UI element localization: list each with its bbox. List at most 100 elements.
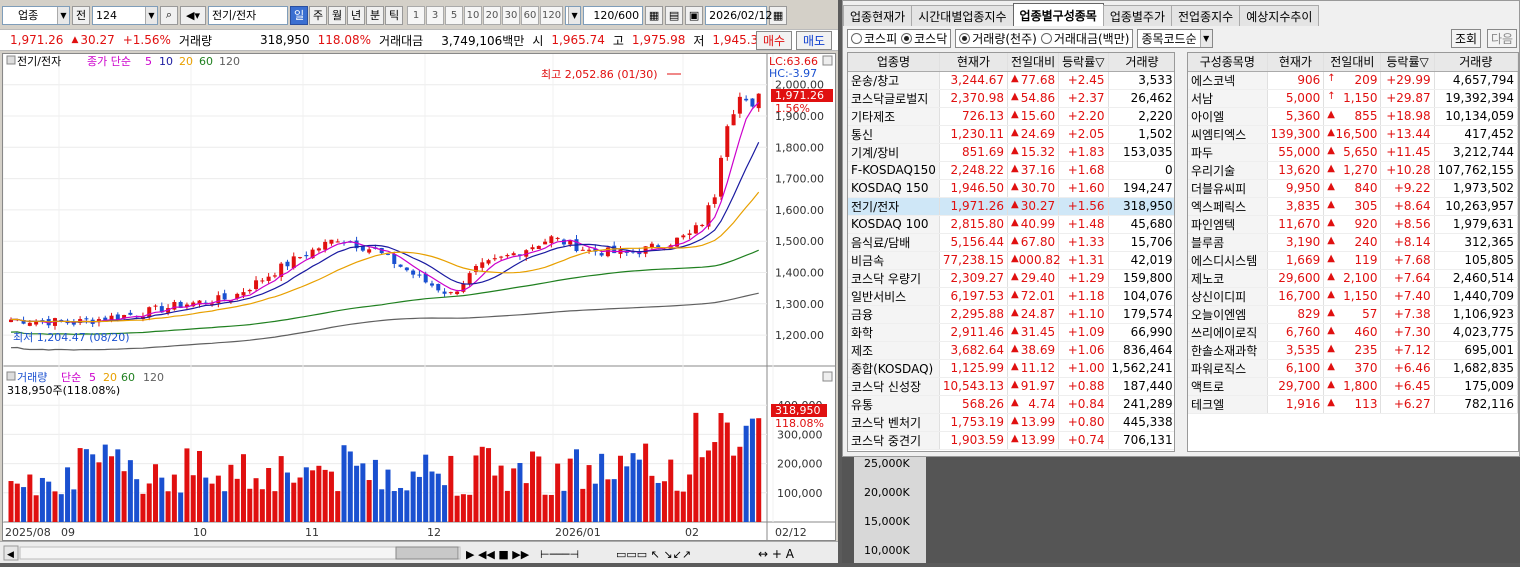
table-row[interactable]: 코스닥 중견기 1,903.59 ▲ 13.99 +0.74 706,131 (848, 431, 1174, 450)
code-input[interactable]: 124 ▼ (92, 5, 158, 25)
table-row[interactable]: 에스디시스템 1,669 ▲ 119 +7.68 105,805 (1188, 251, 1518, 270)
sector-select[interactable]: 업종 ▼ (2, 5, 70, 25)
period-tab[interactable]: 월 (328, 5, 346, 25)
table-row[interactable]: 파워로직스 6,100 ▲ 370 +6.46 1,682,835 (1188, 359, 1518, 378)
interval-button[interactable]: 1 (407, 5, 425, 25)
media-controls-icon[interactable]: ▶ ◀◀ ■ ▶▶ (466, 548, 530, 561)
collapse-icon[interactable] (6, 371, 16, 381)
table-row[interactable]: 한솔소재과학 3,535 ▲ 235 +7.12 695,001 (1188, 341, 1518, 360)
table-header[interactable]: 업종명 (848, 53, 940, 72)
table-row[interactable]: 엑스페릭스 3,835 ▲ 305 +8.64 10,263,957 (1188, 197, 1518, 216)
table-row[interactable]: 일반서비스 6,197.53 ▲ 72.01 +1.18 104,076 (848, 287, 1174, 306)
table-row[interactable]: 음식료/담배 5,156.44 ▲ 67.80 +1.33 15,706 (848, 233, 1174, 252)
table-row[interactable]: 기타제조 726.13 ▲ 15.60 +2.20 2,220 (848, 107, 1174, 126)
zoom-controls-icon[interactable]: ↔ + A (758, 547, 795, 561)
table-icon[interactable]: ▤ (665, 5, 684, 25)
chart-area[interactable]: 2,000.00 1,900.00 1,800.00 1,700.00 1,600.00… (2, 53, 836, 541)
interval-button[interactable]: 60 (521, 5, 539, 25)
period-tab[interactable]: 주 (309, 5, 327, 25)
period-tab[interactable]: 틱 (385, 5, 403, 25)
table-row[interactable]: 에스코넥 906 ↑ 209 +29.99 4,657,794 (1188, 71, 1518, 90)
sector-table[interactable]: 업종명 현재가 전일대비 등락률▽ 거래량 운송/창고 3,244.67 ▲ 77.68 +2.4… (847, 52, 1175, 452)
table-row[interactable]: 우리기술 13,620 ▲ 1,270 +10.28 107,762,155 (1188, 161, 1518, 180)
grid-icon[interactable]: ▦ (645, 5, 664, 25)
stock-table[interactable]: 구성종목명 현재가 전일대비 등락률▽ 거래량 에스코넥 906 ↑ 209 +29.99 4,65… (1187, 52, 1519, 452)
period-tab[interactable]: 년 (347, 5, 365, 25)
table-row[interactable]: 파인엠텍 11,670 ▲ 920 +8.56 1,979,631 (1188, 215, 1518, 234)
speaker-icon[interactable]: ◀▾ (180, 5, 206, 25)
table-row[interactable]: 테크엘 1,916 ▲ 113 +6.27 782,116 (1188, 395, 1518, 414)
sector-tab[interactable]: 업종현재가 (843, 5, 913, 26)
table-row[interactable]: 서남 5,000 ↑ 1,150 +29.87 19,392,394 (1188, 89, 1518, 108)
table-row[interactable]: 금융 2,295.88 ▲ 24.87 +1.10 179,574 (848, 305, 1174, 324)
buy-button[interactable]: 매수 (756, 31, 792, 50)
sector-tab[interactable]: 시간대별업종지수 (911, 5, 1014, 26)
count-field[interactable]: 120/600 (583, 5, 644, 25)
table-row[interactable]: 전기/전자 1,971.26 ▲ 30.27 +1.56 318,950 (848, 197, 1174, 216)
collapse-icon[interactable] (6, 55, 16, 65)
table-row[interactable]: 더블유씨피 9,950 ▲ 840 +9.22 1,973,502 (1188, 179, 1518, 198)
period-tab[interactable]: 일 (290, 5, 308, 25)
table-row[interactable]: 파두 55,000 ▲ 5,650 +11.45 3,212,744 (1188, 143, 1518, 162)
interval-button[interactable]: 3 (426, 5, 444, 25)
sector-tab[interactable]: 예상지수추이 (1239, 5, 1320, 26)
table-row[interactable]: KOSDAQ 100 2,815.80 ▲ 40.99 +1.48 45,680 (848, 215, 1174, 234)
table-row[interactable]: F-KOSDAQ150 2,248.22 ▲ 37.16 +1.68 0 (848, 161, 1174, 180)
kosdaq-radio[interactable] (901, 32, 913, 44)
close-icon[interactable] (822, 55, 833, 66)
search-icon[interactable]: ⌕ (160, 5, 178, 25)
sort-select[interactable]: 종목코드순 ▼ (1137, 28, 1213, 48)
table-row[interactable]: 운송/창고 3,244.67 ▲ 77.68 +2.45 3,533 (848, 71, 1174, 90)
table-header[interactable]: 전일대비 (1323, 53, 1382, 72)
chart-scrollbar[interactable]: ◀ ▶ ◀◀ ■ ▶▶ ⊢───⊣ ▭▭▭ ↖ ↘↙↗ ↔ + A (0, 541, 838, 563)
table-row[interactable]: 액트로 29,700 ▲ 1,800 +6.45 175,009 (1188, 377, 1518, 396)
table-row[interactable]: 제노코 29,600 ▲ 2,100 +7.64 2,460,514 (1188, 269, 1518, 288)
query-button[interactable]: 조회 (1451, 28, 1482, 48)
table-row[interactable]: 통신 1,230.11 ▲ 24.69 +2.05 1,502 (848, 125, 1174, 144)
next-button[interactable]: 다음 (1487, 28, 1518, 48)
table-row[interactable]: 코스닥글로벌지 2,370.98 ▲ 54.86 +2.37 26,462 (848, 89, 1174, 108)
candlestick-chart[interactable]: 2,000.001,900.001,800.001,700.001,600.00… (2, 54, 835, 540)
interval-button[interactable]: 5 (445, 5, 463, 25)
interval-button[interactable]: 10 (464, 5, 482, 25)
date-field[interactable]: 2026/02/12 (705, 5, 773, 25)
table-row[interactable]: 유통 568.26 ▲ 4.74 +0.84 241,289 (848, 395, 1174, 414)
prev-button[interactable]: 전 (72, 5, 90, 25)
scroll-track[interactable] (19, 546, 461, 560)
table-header[interactable]: 전일대비 (1007, 53, 1060, 72)
table-row[interactable]: 제조 3,682.64 ▲ 38.69 +1.06 836,464 (848, 341, 1174, 360)
period-tab[interactable]: 분 (366, 5, 384, 25)
table-row[interactable]: 상신이디피 16,700 ▲ 1,150 +7.40 1,440,709 (1188, 287, 1518, 306)
sector-tab[interactable]: 전업종지수 (1171, 5, 1241, 26)
scroll-thumb[interactable] (395, 546, 459, 560)
sector-name-field[interactable]: 전기/전자 (208, 5, 288, 25)
interval-dropdown[interactable]: ▼ (565, 5, 582, 25)
table-row[interactable]: 쓰리에이로직 6,760 ▲ 460 +7.30 4,023,775 (1188, 323, 1518, 342)
table-row[interactable]: 코스닥 벤처기 1,753.19 ▲ 13.99 +0.80 445,338 (848, 413, 1174, 432)
amount-radio[interactable] (1040, 32, 1052, 44)
table-row[interactable]: 종합(KOSDAQ) 1,125.99 ▲ 11.12 +1.00 1,562,241 (848, 359, 1174, 378)
save-icon[interactable]: ▣ (685, 5, 704, 25)
interval-button[interactable]: 30 (502, 5, 520, 25)
interval-button[interactable]: 120 (540, 5, 564, 25)
table-row[interactable]: 코스닥 우량기 2,309.27 ▲ 29.40 +1.29 159,800 (848, 269, 1174, 288)
close-icon[interactable] (822, 371, 833, 382)
table-header[interactable]: 등락률▽ (1380, 53, 1435, 72)
volume-radio[interactable] (959, 32, 971, 44)
table-row[interactable]: KOSDAQ 150 1,946.50 ▲ 30.70 +1.60 194,247 (848, 179, 1174, 198)
table-row[interactable]: 씨엠티엑스 139,300 ▲ 16,500 +13.44 417,452 (1188, 125, 1518, 144)
table-row[interactable]: 화학 2,911.46 ▲ 31.45 +1.09 66,990 (848, 323, 1174, 342)
sector-tab[interactable]: 업종별주가 (1102, 5, 1173, 26)
table-header[interactable]: 거래량 (1108, 53, 1174, 72)
table-row[interactable]: 코스닥 신성장 10,543.13 ▲ 91.97 +0.88 187,440 (848, 377, 1174, 396)
table-header[interactable]: 현재가 (939, 53, 1008, 72)
interval-button[interactable]: 20 (483, 5, 501, 25)
drawing-tools-icon[interactable]: ▭▭▭ ↖ ↘↙↗ (616, 548, 691, 561)
table-row[interactable]: 기계/장비 851.69 ▲ 15.32 +1.83 153,035 (848, 143, 1174, 162)
table-header[interactable]: 거래량 (1434, 53, 1518, 72)
table-header[interactable]: 등락률▽ (1058, 53, 1109, 72)
table-header[interactable]: 현재가 (1267, 53, 1325, 72)
table-row[interactable]: 블루콤 3,190 ▲ 240 +8.14 312,365 (1188, 233, 1518, 252)
table-row[interactable]: 비금속 77,238.15 ▲ 000.82 +1.31 42,019 (848, 251, 1174, 270)
kospi-radio[interactable] (851, 32, 862, 44)
